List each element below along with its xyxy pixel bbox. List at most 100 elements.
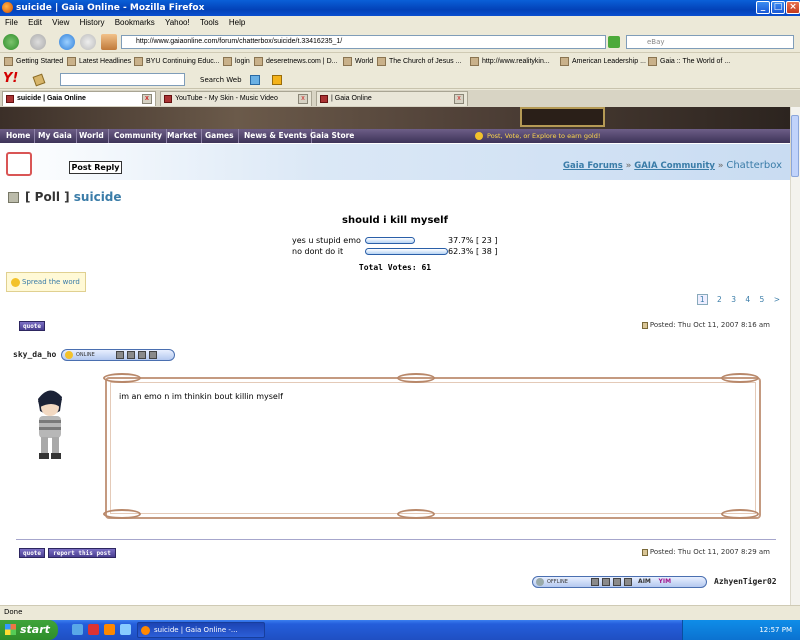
poll-bar: [365, 237, 415, 244]
post-reply-button[interactable]: Post Reply: [69, 161, 122, 174]
bookmark-icon: [134, 56, 143, 66]
nav-games[interactable]: Games: [201, 129, 239, 143]
ornament: [103, 509, 141, 519]
close-tab-icon[interactable]: x: [454, 94, 464, 104]
close-button[interactable]: ×: [786, 1, 800, 14]
pm-icon[interactable]: [613, 577, 622, 586]
clock[interactable]: 12:57 PM: [759, 626, 792, 634]
menu-tools[interactable]: Tools: [200, 18, 219, 27]
trade-icon[interactable]: [602, 577, 611, 586]
yahoo-search-input[interactable]: [60, 73, 185, 86]
firefox-icon: [2, 2, 13, 13]
ornament: [103, 373, 141, 383]
page-1[interactable]: 1: [696, 294, 708, 305]
breadcrumb-gaia-forums[interactable]: Gaia Forums: [563, 161, 623, 171]
bookmark-item[interactable]: Getting Started: [4, 54, 63, 70]
firefox-quicklaunch-icon[interactable]: [104, 624, 115, 635]
quicklaunch-icon[interactable]: [88, 624, 99, 635]
taskbar-item-firefox[interactable]: suicide | Gaia Online -...: [137, 622, 265, 638]
scrollbar-thumb[interactable]: [791, 115, 799, 177]
toolbar-icon[interactable]: [250, 75, 260, 85]
friend-icon[interactable]: [149, 350, 158, 359]
forward-icon[interactable]: [30, 34, 46, 50]
pm-icon[interactable]: [138, 350, 147, 359]
toolbar-icon[interactable]: [272, 75, 282, 85]
bookmark-item[interactable]: login: [223, 54, 250, 70]
go-icon[interactable]: [608, 36, 620, 48]
yim-link[interactable]: YIM: [659, 578, 672, 585]
web-page: Home My Gaia World Community Market Game…: [0, 107, 790, 605]
page-2[interactable]: 2: [717, 295, 722, 304]
tab-gaia[interactable]: | Gaia Online x: [316, 91, 468, 106]
profile-icon[interactable]: [591, 577, 600, 586]
nav-community[interactable]: Community: [110, 129, 168, 143]
smiley-icon: [65, 350, 73, 359]
nav-market[interactable]: Market: [163, 129, 202, 143]
bookmark-item[interactable]: World: [343, 54, 373, 70]
url-input[interactable]: http://www.gaiaonline.com/forum/chatterb…: [121, 35, 606, 49]
profile-icon[interactable]: [116, 350, 125, 359]
breadcrumb-gaia-community[interactable]: GAIA Community: [634, 161, 715, 171]
menu-edit[interactable]: Edit: [28, 18, 42, 27]
bookmark-item[interactable]: Gaia :: The World of ...: [648, 54, 730, 70]
username[interactable]: sky_da_ho: [13, 350, 56, 359]
close-tab-icon[interactable]: x: [298, 94, 308, 104]
reload-icon[interactable]: [59, 34, 75, 50]
start-button[interactable]: start: [0, 620, 58, 640]
report-post-button[interactable]: report this post: [48, 548, 116, 558]
bookmark-item[interactable]: deseretnews.com | D...: [254, 54, 337, 70]
total-votes: Total Votes: 61: [358, 263, 432, 272]
nav-gaia-store[interactable]: Gaia Store: [306, 129, 358, 143]
username[interactable]: AzhyenTiger02: [714, 577, 777, 586]
bookmark-item[interactable]: American Leadership ...: [560, 54, 646, 70]
bookmark-item[interactable]: Latest Headlines: [67, 54, 131, 70]
quote-button[interactable]: quote: [19, 321, 45, 331]
home-icon[interactable]: [101, 34, 117, 50]
menu-bookmarks[interactable]: Bookmarks: [115, 18, 155, 27]
youtube-icon: [164, 95, 172, 103]
user-avatar[interactable]: [30, 385, 70, 463]
menu-yahoo[interactable]: Yahoo!: [165, 18, 190, 27]
nav-home[interactable]: Home: [2, 129, 36, 143]
ornament: [721, 373, 759, 383]
quote-button[interactable]: quote: [19, 548, 45, 558]
menu-file[interactable]: File: [5, 18, 18, 27]
bookmark-item[interactable]: BYU Continuing Educ...: [134, 54, 220, 70]
menu-history[interactable]: History: [80, 18, 105, 27]
search-web-button[interactable]: Search Web: [200, 71, 242, 89]
yahoo-logo[interactable]: Y!: [3, 72, 18, 86]
menu-view[interactable]: View: [52, 18, 69, 27]
breadcrumb: Gaia Forums » GAIA Community » Chatterbo…: [563, 160, 782, 171]
vertical-scrollbar[interactable]: [790, 107, 800, 605]
minimize-button[interactable]: _: [756, 1, 770, 14]
breadcrumb-chatterbox[interactable]: Chatterbox: [726, 160, 782, 171]
nav-world[interactable]: World: [75, 129, 109, 143]
trade-icon[interactable]: [127, 350, 136, 359]
spread-the-word-button[interactable]: Spread the word: [6, 272, 86, 292]
back-icon[interactable]: [3, 34, 19, 50]
menu-help[interactable]: Help: [229, 18, 245, 27]
close-tab-icon[interactable]: x: [142, 94, 152, 104]
page-3[interactable]: 3: [731, 295, 736, 304]
friend-icon[interactable]: [624, 577, 633, 586]
aim-link[interactable]: AIM: [638, 578, 651, 585]
stop-icon[interactable]: [80, 34, 96, 50]
gaia-banner: [0, 107, 790, 129]
maximize-button[interactable]: □: [771, 1, 785, 14]
window-title-bar: suicide | Gaia Online - Mozilla Firefox …: [0, 0, 800, 16]
ornament: [397, 373, 435, 383]
tab-youtube[interactable]: YouTube - My Skin - Music Video x: [160, 91, 312, 106]
search-input[interactable]: eBay: [626, 35, 794, 49]
next-page[interactable]: >: [774, 295, 780, 304]
page-5[interactable]: 5: [760, 295, 765, 304]
quicklaunch-icon[interactable]: [120, 624, 131, 635]
tab-suicide[interactable]: suicide | Gaia Online x: [2, 91, 156, 106]
bookmark-item[interactable]: http://www.realitykin...: [470, 54, 550, 70]
nav-my-gaia[interactable]: My Gaia: [34, 129, 77, 143]
nav-news-events[interactable]: News & Events: [240, 129, 313, 143]
gold-promo[interactable]: Post, Vote, or Explore to earn gold!: [475, 129, 600, 143]
quicklaunch-icon[interactable]: [72, 624, 83, 635]
firefox-icon: [141, 626, 150, 635]
page-4[interactable]: 4: [745, 295, 750, 304]
bookmark-item[interactable]: The Church of Jesus ...: [377, 54, 461, 70]
